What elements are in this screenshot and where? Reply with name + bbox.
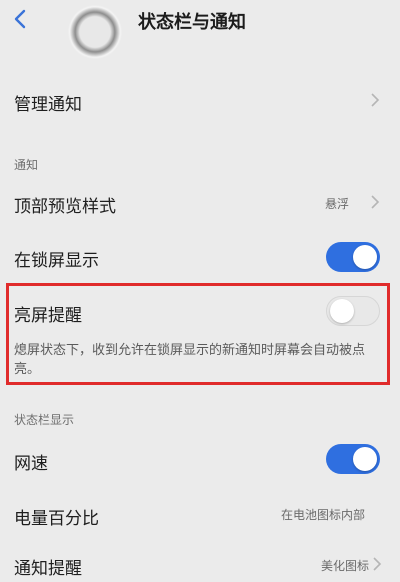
back-arrow-icon[interactable] bbox=[10, 8, 32, 30]
section-notifications-label: 通知 bbox=[14, 158, 39, 172]
chevron-right-icon bbox=[373, 557, 382, 571]
toggle-knob bbox=[330, 299, 354, 323]
screen-wake-reminder-row: 亮屏提醒 bbox=[0, 292, 400, 332]
show-on-lockscreen-row: 在锁屏显示 bbox=[0, 232, 400, 282]
battery-percentage-row[interactable]: 电量百分比 在电池图标内部 bbox=[0, 494, 400, 534]
page-title: 状态栏与通知 bbox=[138, 12, 246, 33]
header-bar: 状态栏与通知 bbox=[0, 0, 400, 72]
notification-reminder-value: 美化图标 bbox=[321, 559, 370, 573]
top-preview-style-row[interactable]: 顶部预览样式 悬浮 bbox=[0, 180, 400, 226]
network-speed-label: 网速 bbox=[14, 454, 48, 474]
chevron-right-icon bbox=[371, 93, 380, 107]
show-on-lockscreen-toggle[interactable] bbox=[326, 242, 380, 272]
loading-ring-overlay bbox=[68, 5, 122, 59]
manage-notifications-row[interactable]: 管理通知 bbox=[0, 76, 400, 126]
network-speed-toggle[interactable] bbox=[326, 444, 380, 474]
network-speed-row: 网速 bbox=[0, 436, 400, 484]
notification-reminder-row[interactable]: 通知提醒 美化图标 bbox=[0, 546, 400, 582]
toggle-knob bbox=[353, 245, 377, 269]
top-preview-style-value: 悬浮 bbox=[325, 197, 350, 211]
screen-wake-reminder-toggle[interactable] bbox=[326, 296, 380, 326]
top-preview-style-label: 顶部预览样式 bbox=[14, 197, 116, 217]
manage-notifications-label: 管理通知 bbox=[14, 95, 82, 115]
battery-percentage-label: 电量百分比 bbox=[14, 509, 99, 529]
toggle-knob bbox=[353, 447, 377, 471]
screen-wake-reminder-label: 亮屏提醒 bbox=[14, 306, 82, 326]
battery-percentage-value: 在电池图标内部 bbox=[281, 508, 366, 522]
chevron-right-icon bbox=[371, 195, 380, 209]
screen-wake-reminder-description: 熄屏状态下，收到允许在锁屏显示的新通知时屏幕会自动被点亮。 bbox=[14, 343, 366, 377]
notification-reminder-label: 通知提醒 bbox=[14, 559, 82, 579]
show-on-lockscreen-label: 在锁屏显示 bbox=[14, 251, 99, 271]
section-statusbar-label: 状态栏显示 bbox=[14, 413, 75, 427]
